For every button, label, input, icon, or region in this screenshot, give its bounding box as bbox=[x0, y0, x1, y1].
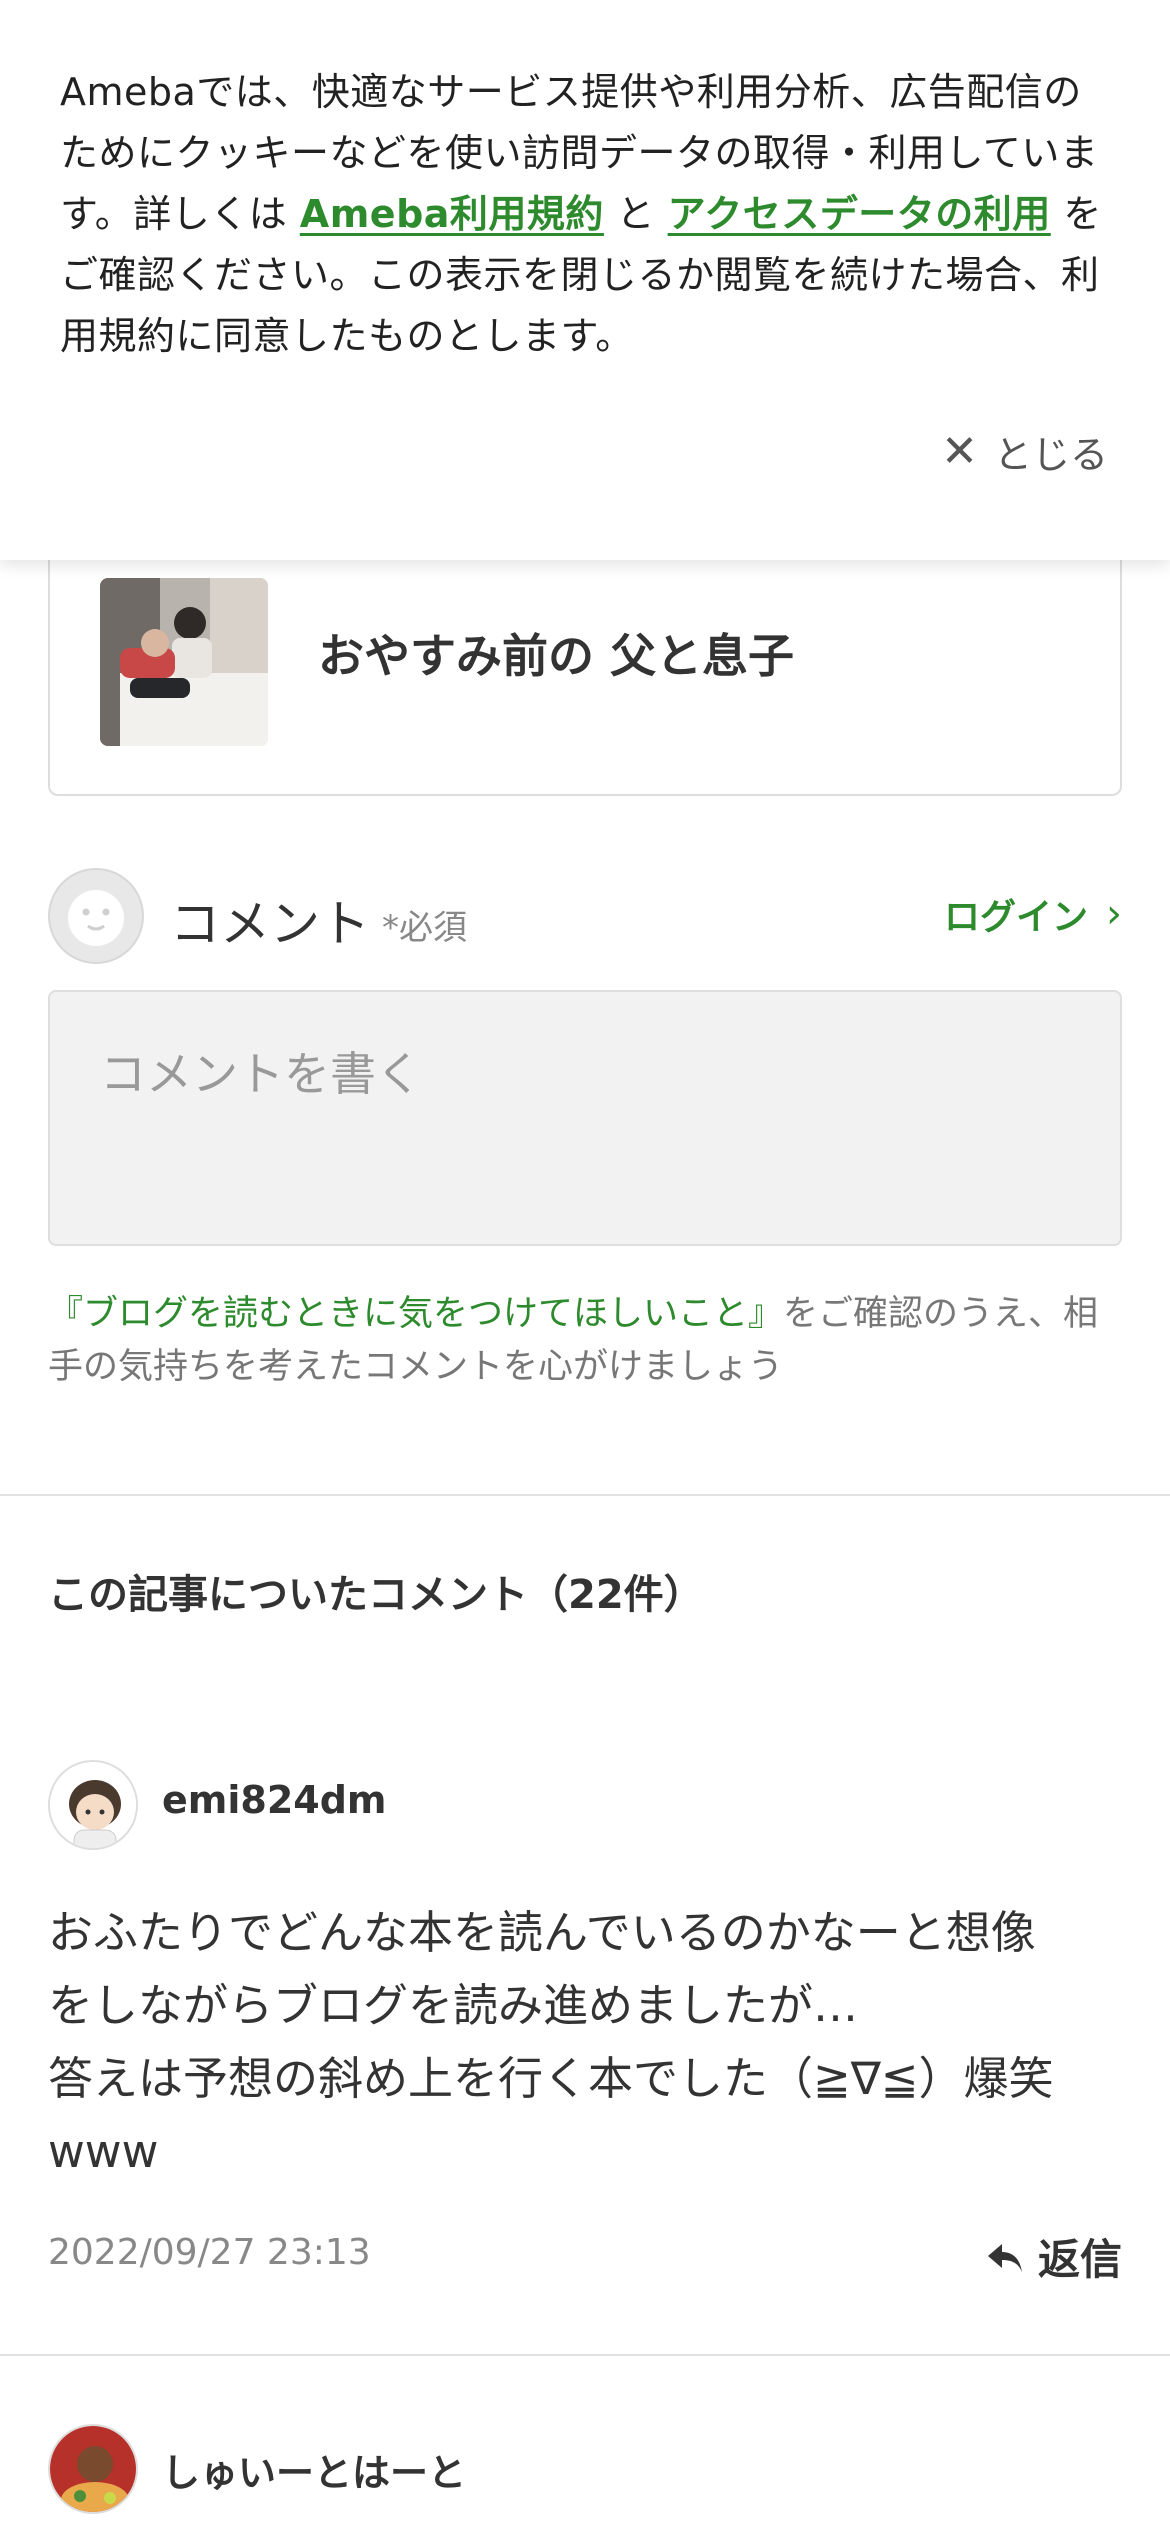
required-mark: *必須 bbox=[382, 908, 467, 948]
comment-placeholder: コメントを書く bbox=[100, 1047, 422, 1101]
chevron-right-icon: › bbox=[1106, 891, 1122, 937]
terms-link[interactable]: Ameba利用規約 bbox=[300, 192, 604, 236]
guideline-link[interactable]: 『ブログを読むときに気をつけてほしいこと』 bbox=[48, 1294, 783, 1334]
comment-item: しゅいーとはーと bbox=[48, 2424, 1122, 2532]
article-title: おやすみ前の 父と息子 bbox=[318, 629, 795, 683]
comment-form-header: コメント *必須 ログイン › bbox=[48, 868, 1122, 968]
comment-line: www bbox=[48, 2125, 159, 2178]
comment-line: をしながらブログを読み進めましたが… bbox=[48, 1979, 859, 2032]
close-banner-button[interactable]: ✕ とじる bbox=[941, 424, 1108, 479]
close-label: とじる bbox=[993, 433, 1108, 477]
comment-divider bbox=[0, 2354, 1170, 2356]
section-divider bbox=[0, 1494, 1170, 1496]
cookie-text-part-2: と bbox=[616, 192, 656, 236]
comments-section-title: この記事についたコメント（22件） bbox=[48, 1572, 704, 1618]
avatar[interactable] bbox=[48, 2424, 138, 2514]
comment-line: 答えは予想の斜め上を行く本でした（≧∇≦）爆笑 bbox=[48, 2052, 1054, 2105]
default-avatar-icon bbox=[48, 868, 144, 964]
login-link[interactable]: ログイン › bbox=[944, 888, 1122, 940]
comment-author[interactable]: emi824dm bbox=[162, 1778, 387, 1822]
close-icon: ✕ bbox=[941, 425, 978, 477]
login-label: ログイン bbox=[943, 897, 1088, 938]
reply-label: 返信 bbox=[1037, 2235, 1122, 2284]
comment-body: おふたりでどんな本を読んでいるのかなーと想像 をしながらブログを読み進めましたが… bbox=[48, 1896, 1122, 2188]
comment-guideline: 『ブログを読むときに気をつけてほしいこと』をご確認のうえ、相手の気持ちを考えたコ… bbox=[48, 1288, 1122, 1394]
cookie-notice-text: Amebaでは、快適なサービス提供や利用分析、広告配信のためにクッキーなどを使い… bbox=[60, 62, 1120, 367]
article-thumbnail bbox=[100, 578, 268, 746]
comment-textarea[interactable]: コメントを書く bbox=[48, 990, 1122, 1246]
related-article-card[interactable]: おやすみ前の 父と息子 bbox=[48, 520, 1122, 796]
comment-author[interactable]: しゅいーとはーと bbox=[162, 2442, 466, 2497]
reply-button[interactable]: 返信 bbox=[986, 2226, 1122, 2287]
reply-icon bbox=[987, 2243, 1022, 2272]
comment-line: おふたりでどんな本を読んでいるのかなーと想像 bbox=[48, 1906, 1036, 1959]
access-data-link[interactable]: アクセスデータの利用 bbox=[668, 192, 1051, 236]
cookie-banner: Amebaでは、快適なサービス提供や利用分析、広告配信のためにクッキーなどを使い… bbox=[0, 0, 1170, 560]
comment-item: emi824dm おふたりでどんな本を読んでいるのかなーと想像 をしながらブログ… bbox=[48, 1760, 1122, 2284]
comment-label: コメント bbox=[170, 895, 370, 953]
avatar[interactable] bbox=[48, 1760, 138, 1850]
comment-date: 2022/09/27 23:13 bbox=[48, 2232, 371, 2273]
